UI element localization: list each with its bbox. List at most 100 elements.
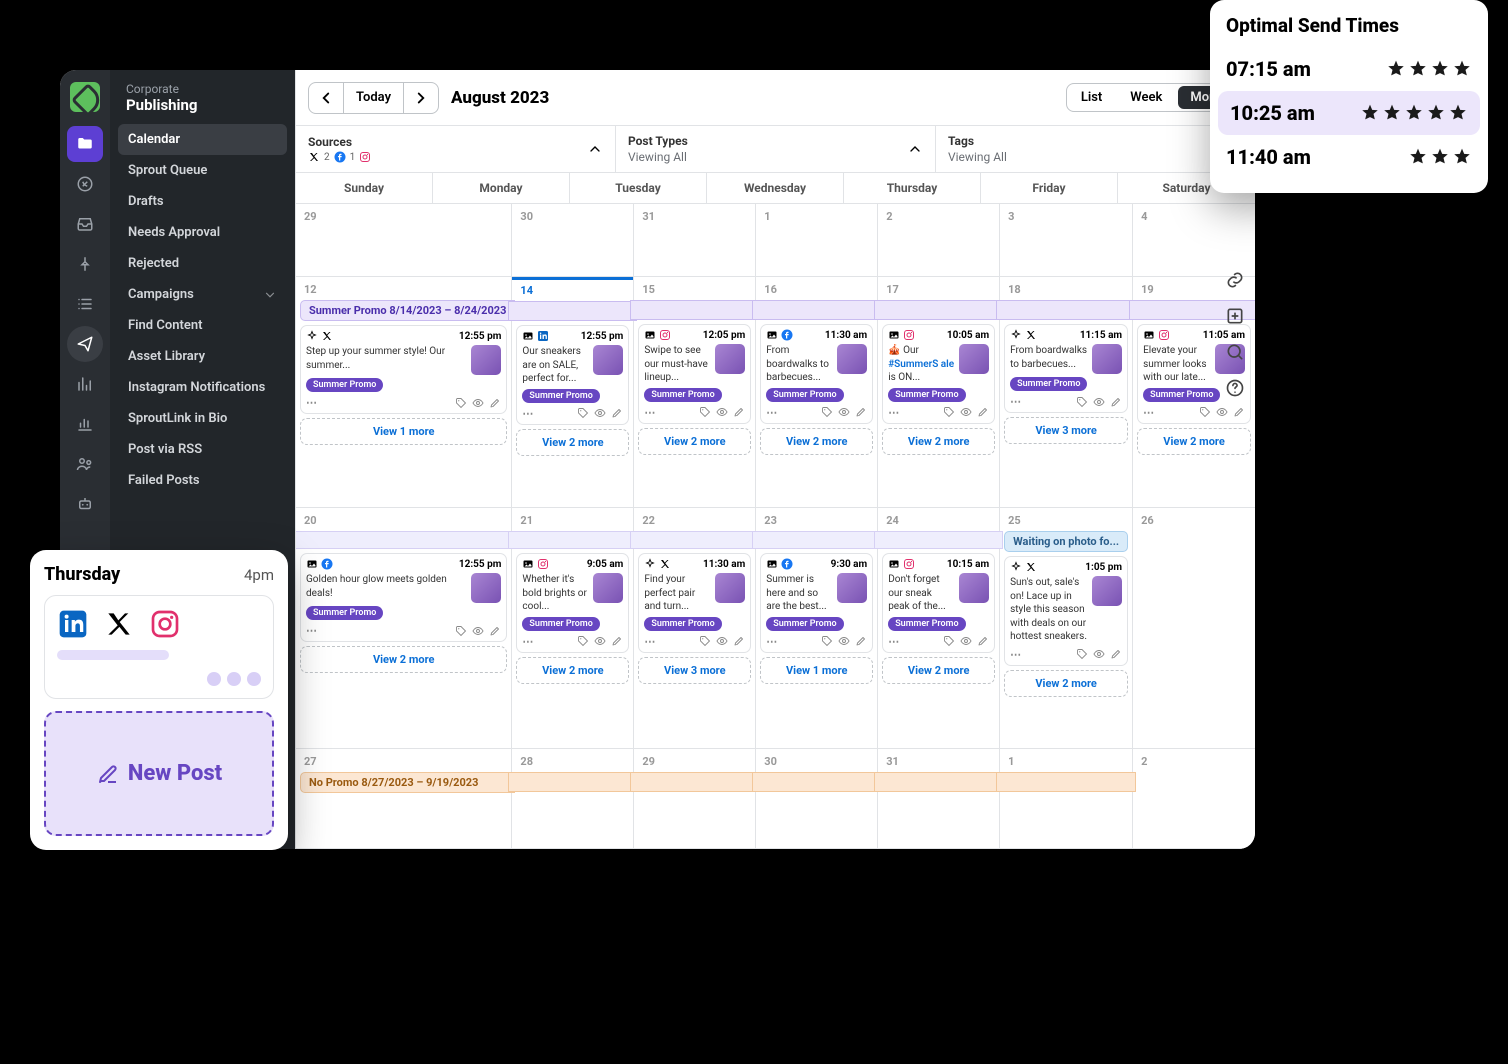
calendar-day[interactable]: 3 <box>1000 204 1133 277</box>
tag-icon[interactable] <box>577 407 589 419</box>
rail-send-icon[interactable] <box>67 326 103 362</box>
campaign-bar[interactable] <box>752 531 881 549</box>
view-more-button[interactable]: View 2 more <box>760 428 873 455</box>
calendar-day[interactable]: 21 9:05 am Whether it's bold brights or … <box>512 508 634 749</box>
calendar-day[interactable]: 29 <box>634 749 756 849</box>
campaign-bar[interactable] <box>752 772 881 792</box>
post-menu-icon[interactable]: ⋯ <box>888 406 899 419</box>
rail-pin-icon[interactable] <box>67 246 103 282</box>
sidebar-item-instagram-notifications[interactable]: Instagram Notifications <box>118 372 287 403</box>
calendar-day[interactable]: 23 9:30 am Summer is here and so are the… <box>756 508 878 749</box>
campaign-bar[interactable] <box>508 531 637 549</box>
next-button[interactable] <box>404 83 438 113</box>
pencil-icon[interactable] <box>611 635 623 647</box>
post-menu-icon[interactable]: ⋯ <box>1143 406 1154 419</box>
new-post-button[interactable]: New Post <box>44 711 274 836</box>
tag-icon[interactable] <box>699 406 711 418</box>
eye-icon[interactable] <box>716 635 728 647</box>
pencil-icon[interactable] <box>733 406 745 418</box>
rail-inbox-icon[interactable] <box>67 206 103 242</box>
rail-reports-icon[interactable] <box>67 406 103 442</box>
post-menu-icon[interactable]: ⋯ <box>888 635 899 648</box>
campaign-note-bar[interactable]: Waiting on photo fo... <box>1004 531 1128 552</box>
campaign-bar[interactable] <box>874 772 1003 792</box>
sidebar-item-calendar[interactable]: Calendar <box>118 124 287 155</box>
calendar-day[interactable]: 4 <box>1133 204 1255 277</box>
post-menu-icon[interactable]: ⋯ <box>644 635 655 648</box>
post-card[interactable]: 9:30 am Summer is here and so are the be… <box>760 553 873 653</box>
calendar-day[interactable]: 16 11:30 am From boardwalks to barbecues… <box>756 277 878 508</box>
pencil-icon[interactable] <box>489 625 501 637</box>
pencil-icon[interactable] <box>1110 648 1122 660</box>
prev-button[interactable] <box>309 83 343 113</box>
eye-icon[interactable] <box>838 635 850 647</box>
calendar-day[interactable]: 31 <box>878 749 1000 849</box>
tag-icon[interactable] <box>1076 648 1088 660</box>
campaign-bar[interactable] <box>296 531 515 549</box>
campaign-bar[interactable] <box>752 300 881 320</box>
eye-icon[interactable] <box>960 635 972 647</box>
x-icon[interactable] <box>103 608 135 640</box>
post-card[interactable]: 11:15 am From boardwalks to barbecues...… <box>1004 324 1128 413</box>
eye-icon[interactable] <box>960 406 972 418</box>
calendar-day[interactable]: 26 <box>1133 508 1255 749</box>
send-time-row[interactable]: 07:15 am <box>1210 47 1488 91</box>
sidebar-item-campaigns[interactable]: Campaigns <box>118 279 287 310</box>
campaign-bar[interactable] <box>996 300 1136 320</box>
instagram-icon[interactable] <box>149 608 181 640</box>
post-menu-icon[interactable]: ⋯ <box>766 406 777 419</box>
view-more-button[interactable]: View 1 more <box>300 418 507 445</box>
calendar-day[interactable]: 2 <box>878 204 1000 277</box>
search-icon[interactable] <box>1225 342 1245 362</box>
post-menu-icon[interactable]: ⋯ <box>306 396 317 409</box>
sidebar-item-failed-posts[interactable]: Failed Posts <box>118 465 287 496</box>
calendar-day[interactable]: 2 <box>1133 749 1255 849</box>
view-more-button[interactable]: View 1 more <box>760 657 873 684</box>
campaign-bar[interactable]: No Promo 8/27/2023 – 9/19/2023 <box>300 772 515 793</box>
eye-icon[interactable] <box>594 635 606 647</box>
sidebar-item-sproutlink[interactable]: SproutLink in Bio <box>118 403 287 434</box>
post-card[interactable]: 12:55 pm Our sneakers are on SALE, perfe… <box>516 325 629 425</box>
sidebar-item-find-content[interactable]: Find Content <box>118 310 287 341</box>
eye-icon[interactable] <box>1216 406 1228 418</box>
campaign-bar[interactable] <box>508 301 637 321</box>
calendar-day[interactable]: 31 <box>634 204 756 277</box>
post-card[interactable]: 10:05 am 🎪 Our #SummerS ale is ON... Sum… <box>882 324 995 424</box>
tag-icon[interactable] <box>455 625 467 637</box>
view-more-button[interactable]: View 2 more <box>516 657 629 684</box>
send-time-row[interactable]: 10:25 am <box>1218 91 1480 135</box>
campaign-bar[interactable]: Summer Promo 8/14/2023 – 8/24/2023 <box>300 300 515 321</box>
calendar-day[interactable]: 18 11:15 am From boardwalks to barbecues… <box>1000 277 1133 508</box>
pencil-icon[interactable] <box>1110 396 1122 408</box>
campaign-bar[interactable] <box>630 531 759 549</box>
filter-sources[interactable]: Sources 2 1 <box>296 126 616 172</box>
campaign-bar[interactable] <box>508 772 637 792</box>
pencil-icon[interactable] <box>1233 406 1245 418</box>
view-list-button[interactable]: List <box>1067 84 1116 111</box>
view-more-button[interactable]: View 2 more <box>300 646 507 673</box>
rail-listening-icon[interactable] <box>67 366 103 402</box>
post-menu-icon[interactable]: ⋯ <box>644 406 655 419</box>
eye-icon[interactable] <box>1093 396 1105 408</box>
tag-icon[interactable] <box>821 406 833 418</box>
view-more-button[interactable]: View 3 more <box>638 657 751 684</box>
rail-dashboard-icon[interactable] <box>67 166 103 202</box>
calendar-day[interactable]: 1 <box>756 204 878 277</box>
post-menu-icon[interactable]: ⋯ <box>1010 395 1021 408</box>
calendar-day[interactable]: 12Summer Promo 8/14/2023 – 8/24/2023 12:… <box>296 277 512 508</box>
post-card[interactable]: 10:15 am Don't forget our sneak peak of … <box>882 553 995 653</box>
calendar-day[interactable]: 27No Promo 8/27/2023 – 9/19/2023 <box>296 749 512 849</box>
linkedin-icon[interactable] <box>57 608 89 640</box>
rail-bot-icon[interactable] <box>67 486 103 522</box>
sidebar-item-asset-library[interactable]: Asset Library <box>118 341 287 372</box>
view-more-button[interactable]: View 2 more <box>882 657 995 684</box>
pencil-icon[interactable] <box>977 406 989 418</box>
post-menu-icon[interactable]: ⋯ <box>1010 648 1021 661</box>
eye-icon[interactable] <box>472 625 484 637</box>
post-card[interactable]: 1:05 pm Sun's out, sale's on! Lace up in… <box>1004 556 1128 666</box>
post-card[interactable]: 12:55 pm Step up your summer style! Our … <box>300 325 507 414</box>
calendar-day[interactable]: 29 <box>296 204 512 277</box>
rail-people-icon[interactable] <box>67 446 103 482</box>
tag-icon[interactable] <box>1199 406 1211 418</box>
send-time-row[interactable]: 11:40 am <box>1210 135 1488 179</box>
